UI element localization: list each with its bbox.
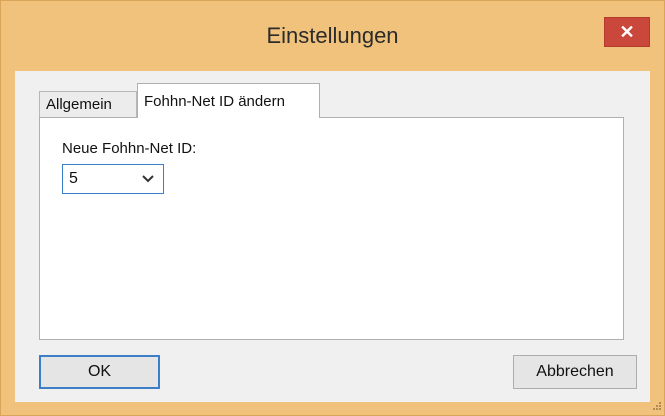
dialog-client-area: Allgemein Fohhn-Net ID ändern Neue Fohhn… — [15, 71, 650, 402]
title-bar[interactable]: Einstellungen ✕ — [1, 1, 664, 71]
tab-label: Allgemein — [46, 96, 112, 113]
tab-label: Fohhn-Net ID ändern — [144, 92, 285, 110]
settings-dialog: Einstellungen ✕ Allgemein Fohhn-Net ID ä… — [0, 0, 665, 416]
ok-button[interactable]: OK — [39, 355, 160, 389]
chevron-down-icon — [142, 175, 154, 183]
close-button[interactable]: ✕ — [604, 17, 650, 47]
tab-fohhn-net-id[interactable]: Fohhn-Net ID ändern — [137, 83, 320, 118]
cancel-button[interactable]: Abbrechen — [513, 355, 637, 389]
tab-allgemein[interactable]: Allgemein — [39, 91, 137, 117]
resize-grip-icon[interactable] — [652, 401, 662, 411]
tab-panel: Neue Fohhn-Net ID: 5 — [39, 117, 624, 340]
select-value: 5 — [69, 170, 78, 187]
window-title: Einstellungen — [266, 23, 399, 48]
close-icon: ✕ — [619, 21, 635, 42]
fohhn-net-id-label: Neue Fohhn-Net ID: — [62, 140, 197, 157]
fohhn-net-id-select[interactable]: 5 — [62, 164, 164, 194]
